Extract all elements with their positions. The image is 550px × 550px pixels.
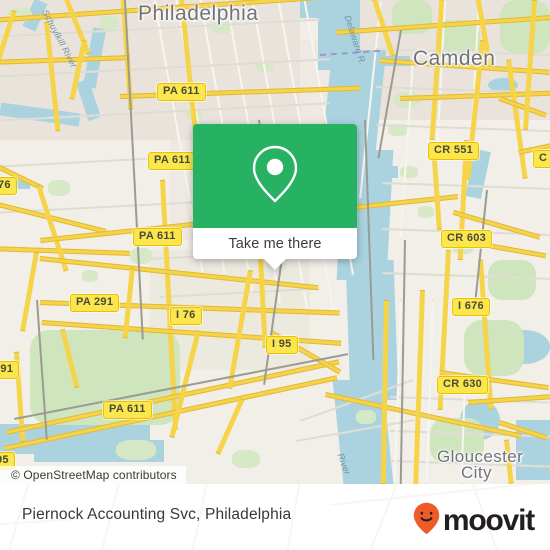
highway-shield: 76 <box>0 177 17 195</box>
location-title: Piernock Accounting Svc, Philadelphia <box>22 506 292 523</box>
map-water-pier <box>352 330 382 334</box>
map-park <box>48 180 70 196</box>
highway-shield: 291 <box>0 361 20 379</box>
map-water-pier <box>352 300 378 304</box>
map-park <box>82 270 98 282</box>
highway-shield: I 76 <box>170 307 202 325</box>
map-park <box>464 320 524 376</box>
map-park <box>232 450 260 468</box>
map-water-pier <box>352 320 378 324</box>
highway-shield: PA 291 <box>70 294 120 312</box>
map-park <box>116 440 156 460</box>
map-water-pier <box>352 340 382 344</box>
highway-shield: I 95 <box>266 336 298 354</box>
highway-shield: CR 630 <box>437 376 489 394</box>
map-park <box>130 248 152 264</box>
highway-shield: C <box>533 150 550 168</box>
highway-shield: PA 611 <box>157 83 206 101</box>
map-place-label: City <box>461 463 492 482</box>
map-attribution[interactable]: © OpenStreetMap contributors <box>0 466 186 484</box>
map-canvas[interactable]: Philadelphia Camden Gloucester City Schuylk… <box>0 0 550 484</box>
highway-shield: PA 611 <box>133 228 182 246</box>
popup-header <box>193 124 357 228</box>
highway-shield: CR 551 <box>428 142 480 160</box>
map-place-label: Camden <box>413 47 496 70</box>
map-pin-icon <box>249 143 301 210</box>
popup-tail <box>264 259 286 270</box>
attribution-text: © OpenStreetMap contributors <box>11 468 177 482</box>
moovit-logo[interactable]: moovit <box>413 502 535 540</box>
map-water-pier <box>352 310 378 314</box>
map-park <box>488 260 536 300</box>
take-me-there-label: Take me there <box>228 235 322 252</box>
highway-shield: PA 611 <box>103 401 152 419</box>
map-park <box>500 0 550 54</box>
highway-shield: PA 611 <box>148 152 197 170</box>
location-popup-card[interactable]: Take me there <box>193 124 357 270</box>
map-park <box>418 206 434 218</box>
moovit-wordmark: moovit <box>442 504 535 537</box>
footer-bar: Piernock Accounting Svc, Philadelphia mo… <box>0 484 550 550</box>
map-screenshot: Philadelphia Camden Gloucester City Schuylk… <box>0 0 550 550</box>
moovit-pin-icon <box>413 502 440 540</box>
map-park <box>400 166 418 178</box>
highway-shield: I 676 <box>452 298 490 316</box>
map-place-label: Philadelphia <box>138 2 259 25</box>
highway-shield: CR 603 <box>441 230 493 248</box>
map-park <box>356 410 376 424</box>
map-park <box>100 16 118 30</box>
take-me-there-button[interactable]: Take me there <box>193 228 357 259</box>
map-water-pier <box>372 166 398 178</box>
